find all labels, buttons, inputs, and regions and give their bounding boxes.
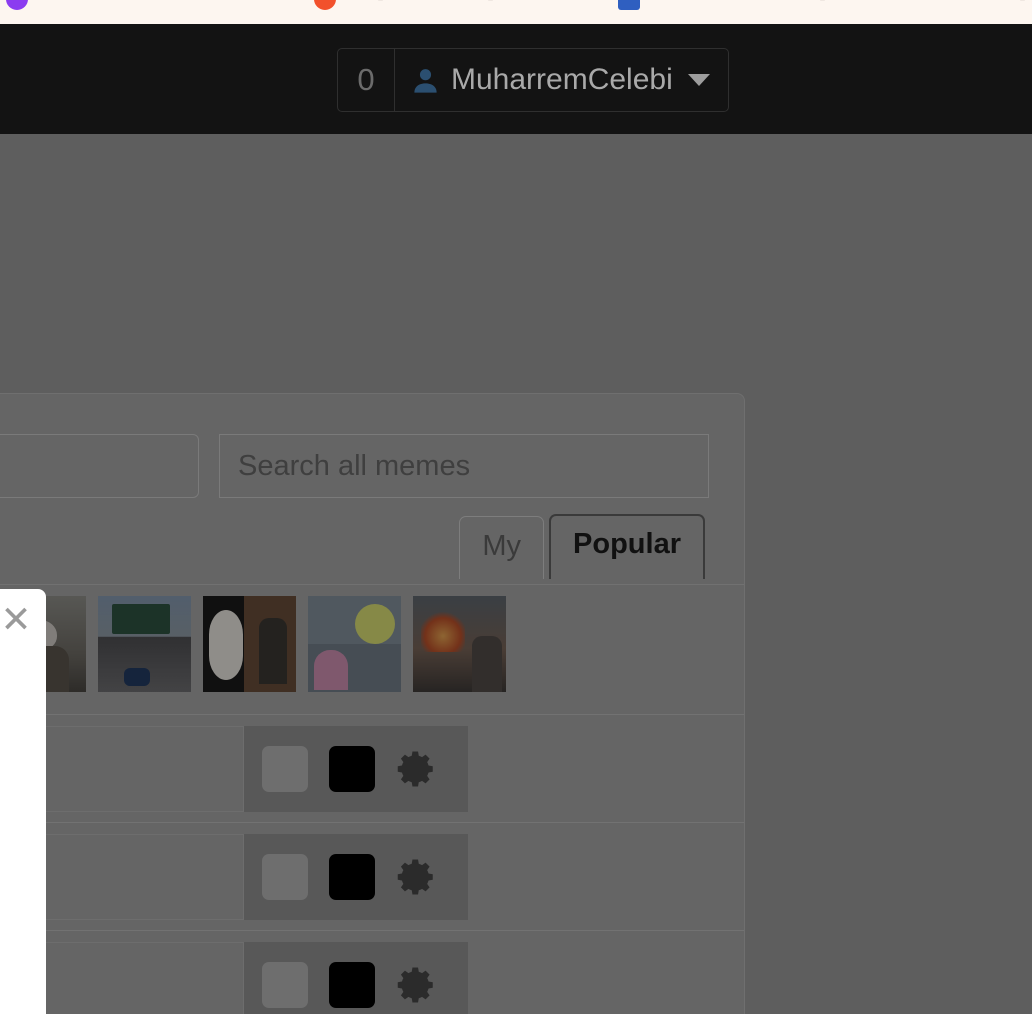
account-menu[interactable]: MuharremCelebi bbox=[395, 49, 728, 111]
gear-icon[interactable] bbox=[396, 856, 438, 898]
caption-row bbox=[0, 834, 468, 920]
toolbar-divider bbox=[0, 584, 744, 585]
search-input[interactable] bbox=[219, 434, 709, 498]
meme-generator-modal: …mplate …n My Popular bbox=[0, 393, 745, 1014]
strip-marker bbox=[378, 0, 383, 1]
upload-new-template-button[interactable]: …mplate bbox=[0, 434, 199, 498]
template-thumbnail-strip bbox=[0, 596, 506, 692]
strip-marker bbox=[820, 0, 825, 1]
two-buttons-template[interactable] bbox=[308, 596, 401, 692]
outline-color-swatch[interactable] bbox=[329, 854, 375, 900]
credits-count: 0 bbox=[338, 49, 395, 111]
close-icon[interactable]: ✕ bbox=[0, 597, 38, 641]
caption-row bbox=[0, 726, 468, 812]
text-color-swatch[interactable] bbox=[262, 746, 308, 792]
caption-row-controls bbox=[244, 942, 468, 1014]
gear-icon[interactable] bbox=[396, 748, 438, 790]
side-panel: ✕ bbox=[0, 589, 46, 1014]
uno-draw-25-cards-template[interactable] bbox=[203, 596, 296, 692]
outline-color-swatch[interactable] bbox=[329, 962, 375, 1008]
account-box[interactable]: 0 MuharremCelebi bbox=[337, 48, 729, 112]
strip-marker bbox=[488, 0, 493, 1]
text-color-swatch[interactable] bbox=[262, 854, 308, 900]
person-avatar-icon bbox=[414, 68, 437, 93]
caption-row-wrapper bbox=[0, 930, 744, 1014]
text-color-swatch[interactable] bbox=[262, 962, 308, 1008]
row-divider bbox=[0, 714, 744, 715]
template-tabs: My Popular bbox=[459, 514, 705, 579]
caption-row-wrapper bbox=[0, 822, 744, 930]
tab-popular[interactable]: Popular bbox=[549, 514, 705, 579]
purple-circle-icon[interactable] bbox=[6, 0, 28, 10]
disaster-girl-template[interactable] bbox=[413, 596, 506, 692]
tab-my[interactable]: My bbox=[459, 516, 545, 579]
blue-square-icon[interactable] bbox=[618, 0, 640, 10]
modal-toolbar: …mplate bbox=[0, 394, 744, 506]
caption-rows bbox=[0, 714, 744, 1014]
top-icon-strip bbox=[0, 0, 1032, 24]
site-header: 0 MuharremCelebi bbox=[0, 24, 1032, 134]
caption-row-wrapper bbox=[0, 714, 744, 822]
account-username: MuharremCelebi bbox=[451, 63, 673, 96]
caption-row-controls bbox=[244, 726, 468, 812]
strip-marker bbox=[1020, 0, 1025, 1]
chevron-down-icon[interactable] bbox=[687, 74, 710, 86]
gear-icon[interactable] bbox=[396, 964, 438, 1006]
caption-row bbox=[0, 942, 468, 1014]
screen-root: 0 MuharremCelebi …mplate …n My Popular bbox=[0, 0, 1032, 1014]
left-exit-12-off-ramp-template[interactable] bbox=[98, 596, 191, 692]
outline-color-swatch[interactable] bbox=[329, 746, 375, 792]
row-divider bbox=[0, 822, 744, 823]
caption-row-controls bbox=[244, 834, 468, 920]
orange-circle-icon[interactable] bbox=[314, 0, 336, 10]
row-divider bbox=[0, 930, 744, 931]
